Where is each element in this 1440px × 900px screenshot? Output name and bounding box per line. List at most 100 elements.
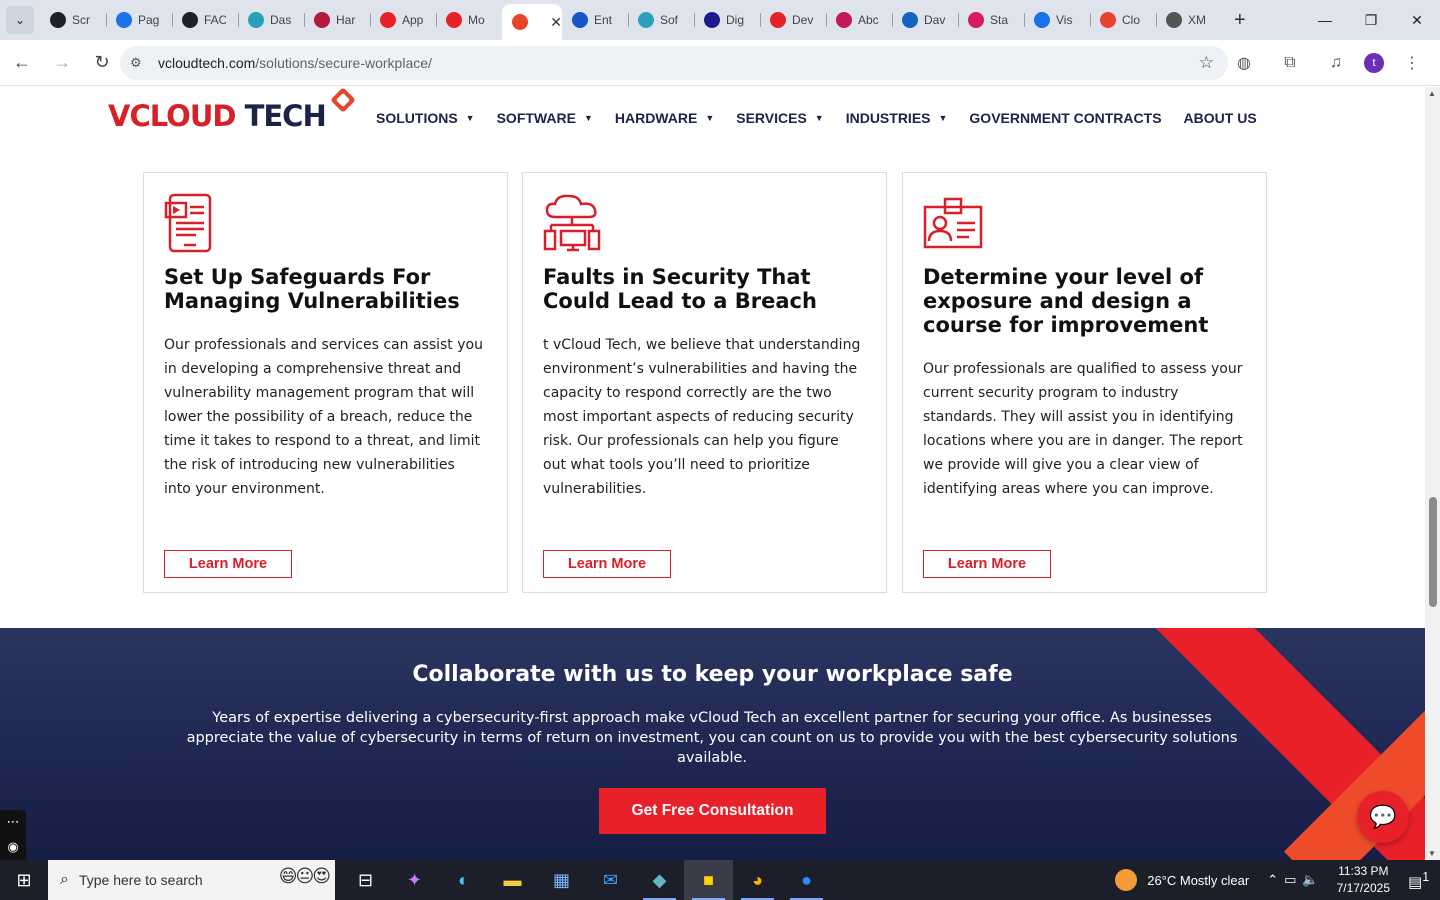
weather-widget[interactable]: 26°C Mostly clear <box>1115 869 1249 891</box>
translate-icon[interactable]: ◍ <box>1226 45 1262 81</box>
cta-title: Collaborate with us to keep your workpla… <box>412 662 1013 687</box>
card-vulnerability-safeguards: Set Up Safeguards For Managing Vulnerabi… <box>143 172 508 593</box>
browser-tab[interactable]: Pag <box>106 4 172 36</box>
chrome-icon[interactable]: ◕ <box>733 860 782 900</box>
browser-tab[interactable]: Ent <box>562 4 628 36</box>
sticky-notes-icon[interactable]: ■ <box>684 860 733 900</box>
learn-more-button[interactable]: Learn More <box>543 550 671 578</box>
clock[interactable]: 11:33 PM 7/17/2025 <box>1337 863 1390 897</box>
tab-title: Sta <box>990 13 1009 27</box>
nav-item-about-us[interactable]: ABOUT US <box>1184 110 1257 126</box>
search-icon: ⌕ <box>60 871 69 888</box>
tab-favicon-icon <box>704 12 720 28</box>
tray-icons[interactable]: ⌃▭🔈 <box>1267 872 1324 888</box>
site-header: VCLOUD TECH SOLUTIONS ▼ SOFTWARE ▼ HARDWARE ▼… <box>0 87 1425 149</box>
reload-button[interactable]: ↻ <box>84 45 120 81</box>
clock-time: 11:33 PM <box>1338 864 1389 878</box>
learn-more-button[interactable]: Learn More <box>164 550 292 578</box>
get-free-consultation-button[interactable]: Get Free Consultation <box>599 788 826 834</box>
caret-down-icon: ▼ <box>465 113 475 123</box>
taskbar-search[interactable]: ⌕ Type here to search 😄😐😍 <box>48 860 335 900</box>
tab-title: Dig <box>726 13 745 27</box>
tab-favicon-icon <box>638 12 654 28</box>
scroll-down-icon[interactable]: ▼ <box>1428 849 1436 858</box>
browser-tab[interactable]: Abc <box>826 4 892 36</box>
nav-item-software[interactable]: SOFTWARE ▼ <box>497 110 593 126</box>
tablet-video-icon <box>164 193 212 253</box>
pin-icon[interactable]: ⋯ <box>7 814 20 830</box>
copilot-icon[interactable]: ✦ <box>390 860 439 900</box>
browser-tab[interactable]: Scr <box>40 4 106 36</box>
nav-item-services[interactable]: SERVICES ▼ <box>736 110 823 126</box>
page-scrollbar[interactable]: ▲ ▼ <box>1425 87 1440 860</box>
browser-tab[interactable]: Sta <box>958 4 1024 36</box>
browser-tab[interactable]: Har <box>304 4 370 36</box>
emoji-decoration-icon: 😄😐😍 <box>278 866 331 886</box>
media-controls-icon[interactable]: ♫ <box>1318 45 1354 81</box>
weather-text: 26°C Mostly clear <box>1147 872 1250 888</box>
browser-tab[interactable]: ✕ <box>502 4 562 40</box>
mail-icon[interactable]: ✉ <box>586 860 635 900</box>
vcloud-tech-logo[interactable]: VCLOUD TECH <box>108 87 356 133</box>
start-button[interactable]: ⊞ <box>0 860 48 900</box>
scrollbar-thumb[interactable] <box>1429 497 1437 607</box>
edge-icon[interactable]: ◐ <box>439 860 488 900</box>
file-explorer-icon[interactable]: ▬ <box>488 860 537 900</box>
tab-favicon-icon <box>902 12 918 28</box>
nav-item-hardware[interactable]: HARDWARE ▼ <box>615 110 714 126</box>
chat-widget-button[interactable]: 💬 <box>1357 791 1409 843</box>
address-bar[interactable]: ⚙ vcloudtech.com/solutions/secure-workpl… <box>120 46 1228 80</box>
browser-tab[interactable]: Das <box>238 4 304 36</box>
menu-kebab-icon[interactable]: ⋮ <box>1394 45 1430 81</box>
task-view-icon[interactable]: ⊟ <box>341 860 390 900</box>
browser-tab[interactable]: Dav <box>892 4 958 36</box>
browser-tab[interactable]: Dig <box>694 4 760 36</box>
browser-tab[interactable]: Vis <box>1024 4 1090 36</box>
camera-icon[interactable]: ◉ <box>7 839 18 855</box>
browser-tab[interactable]: Dev <box>760 4 826 36</box>
back-button[interactable]: ← <box>4 45 40 81</box>
learn-more-button[interactable]: Learn More <box>923 550 1051 578</box>
close-tab-icon[interactable]: ✕ <box>550 14 562 31</box>
forward-button[interactable]: → <box>44 45 80 81</box>
cloud-network-icon <box>543 194 601 252</box>
arrow-right-icon: → <box>53 52 71 72</box>
tab-search-button[interactable]: ⌄ <box>6 6 34 34</box>
zoom-icon[interactable]: ● <box>782 860 831 900</box>
card-body: Our professionals and services can assis… <box>164 337 483 497</box>
browser-tab[interactable]: App <box>370 4 436 36</box>
extensions-icon[interactable]: ⧉ <box>1272 45 1308 81</box>
caret-down-icon: ▼ <box>938 113 948 123</box>
browser-tab[interactable]: Clo <box>1090 4 1156 36</box>
restore-button[interactable]: ❐ <box>1348 0 1394 40</box>
browser-tab[interactable]: Sof <box>628 4 694 36</box>
arrow-left-icon: ← <box>13 52 31 72</box>
card-body: Our professionals are qualified to asses… <box>923 361 1243 497</box>
nav-item-solutions[interactable]: SOLUTIONS ▼ <box>376 110 475 126</box>
system-tray: 26°C Mostly clear ⌃▭🔈 11:33 PM 7/17/2025… <box>1115 860 1440 900</box>
scroll-up-icon[interactable]: ▲ <box>1428 89 1436 98</box>
browser-tab[interactable]: Mo <box>436 4 502 36</box>
close-window-button[interactable]: ✕ <box>1394 0 1440 40</box>
tab-favicon-icon <box>1034 12 1050 28</box>
nav-item-government-contracts[interactable]: GOVERNMENT CONTRACTS <box>969 110 1161 126</box>
tab-favicon-icon <box>572 12 588 28</box>
tab-favicon-icon <box>968 12 984 28</box>
browser-tab[interactable]: XM <box>1156 4 1222 36</box>
browser-tab[interactable]: FAC <box>172 4 238 36</box>
tab-favicon-icon <box>512 14 528 30</box>
app-cube-icon[interactable]: ◆ <box>635 860 684 900</box>
window-controls: — ❐ ✕ <box>1302 0 1440 40</box>
nav-item-industries[interactable]: INDUSTRIES ▼ <box>846 110 948 126</box>
store-icon[interactable]: ▦ <box>537 860 586 900</box>
new-tab-button[interactable]: + <box>1234 9 1246 32</box>
caret-down-icon: ▼ <box>814 113 824 123</box>
profile-avatar[interactable]: t <box>1364 53 1384 73</box>
minimize-button[interactable]: — <box>1302 0 1348 40</box>
site-info-icon[interactable]: ⚙ <box>130 55 146 71</box>
chat-icon: 💬 <box>1369 804 1397 829</box>
tab-title: App <box>402 13 424 27</box>
notification-center-button[interactable]: ▤1 <box>1408 870 1440 891</box>
id-badge-icon <box>923 197 983 249</box>
bookmark-star-icon[interactable]: ☆ <box>1199 53 1214 73</box>
